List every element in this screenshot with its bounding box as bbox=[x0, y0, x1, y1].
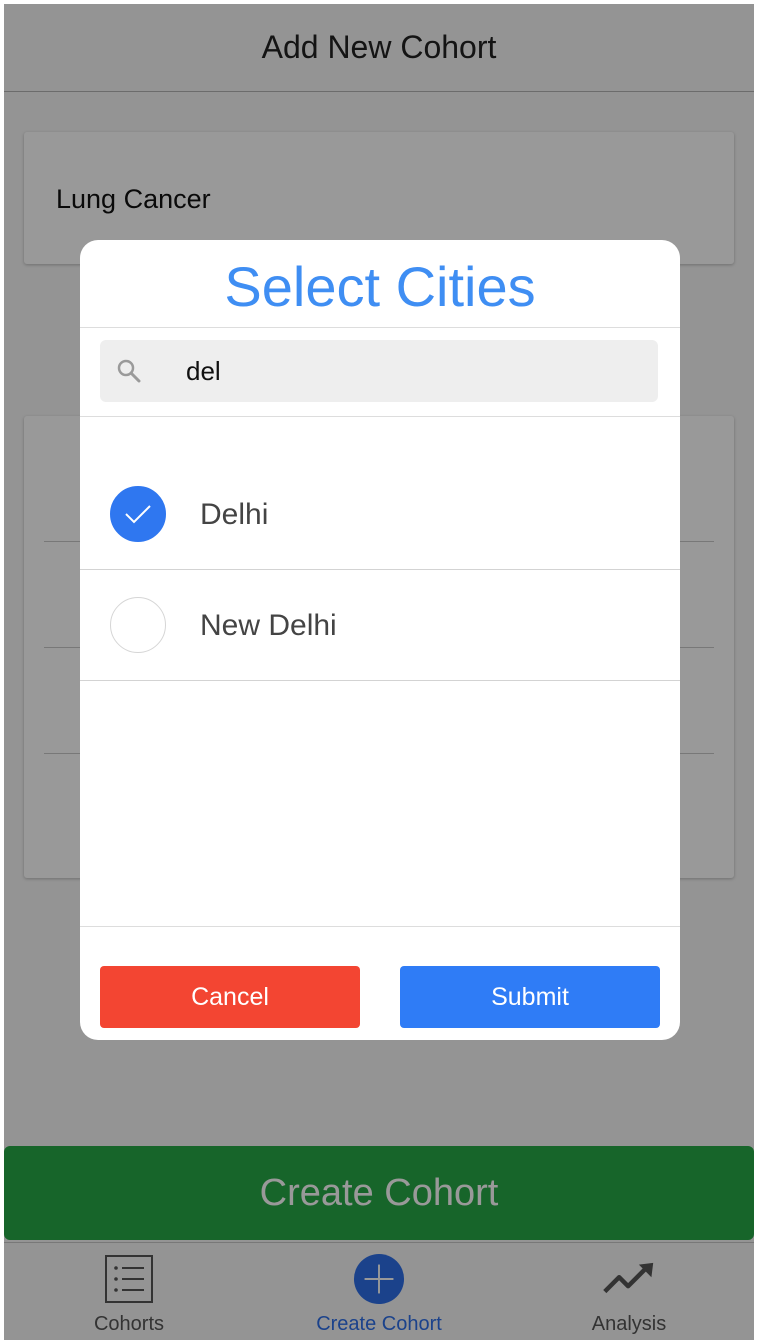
city-option-label: Delhi bbox=[200, 498, 269, 531]
checkmark-circle-icon[interactable] bbox=[110, 486, 166, 542]
divider bbox=[80, 926, 680, 927]
search-input-value[interactable]: del bbox=[186, 356, 221, 387]
city-search-field[interactable]: del bbox=[100, 340, 658, 402]
city-option-new-delhi[interactable]: New Delhi bbox=[80, 571, 680, 681]
empty-circle-icon[interactable] bbox=[110, 597, 166, 653]
cancel-button[interactable]: Cancel bbox=[100, 966, 360, 1028]
select-cities-dialog: Select Cities del Delhi New Delhi Cancel… bbox=[80, 240, 680, 1040]
city-option-label: New Delhi bbox=[200, 609, 337, 642]
dialog-title: Select Cities bbox=[80, 240, 680, 328]
app-screen: Add New Cohort Lung Cancer Create Cohort bbox=[4, 4, 754, 1340]
submit-button[interactable]: Submit bbox=[400, 966, 660, 1028]
search-icon bbox=[116, 358, 142, 384]
city-option-delhi[interactable]: Delhi bbox=[80, 460, 680, 570]
divider bbox=[80, 416, 680, 417]
